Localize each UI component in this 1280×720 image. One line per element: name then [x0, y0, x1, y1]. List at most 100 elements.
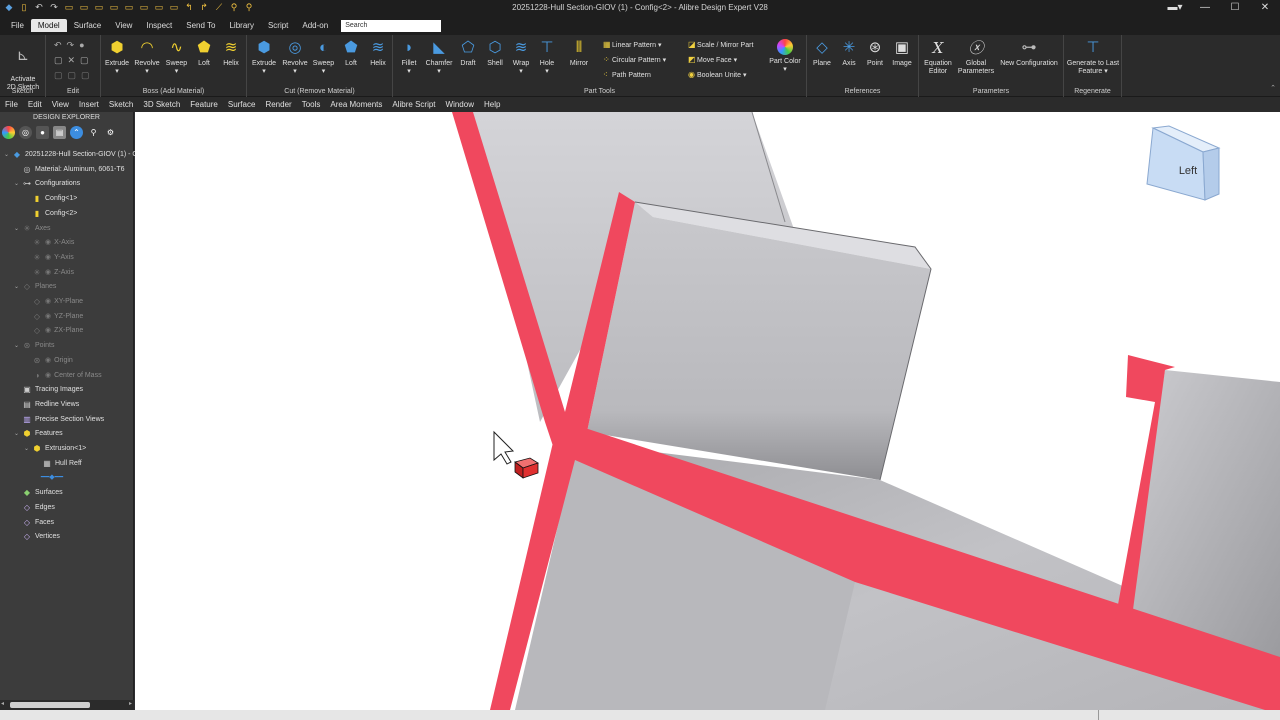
visibility-eye-icon[interactable]: ◉	[45, 310, 51, 324]
menu-3d-sketch[interactable]: 3D Sketch	[138, 100, 185, 109]
tree-item[interactable]: ◇ ◉ YZ-Plane	[24, 310, 83, 324]
visibility-eye-icon[interactable]: ◉	[45, 324, 51, 338]
settings-icon[interactable]: ⚙	[104, 126, 117, 139]
edit-copy-delete[interactable]: ▢✕▢	[54, 55, 94, 66]
visibility-eye-icon[interactable]: ◉	[45, 295, 51, 309]
view-cube[interactable]: Left	[1146, 125, 1221, 201]
plane-button[interactable]: ◇ Plane	[810, 39, 834, 68]
boss-extrude-button[interactable]: ⬢ Extrude ▾	[103, 39, 131, 76]
edit-paste[interactable]: ▢▢▢	[54, 70, 95, 81]
point-button[interactable]: ⊛ Point	[863, 39, 887, 68]
scroll-left-icon[interactable]: ◂	[1, 700, 4, 707]
move-face-button[interactable]: ◩Move Face ▾	[688, 55, 737, 64]
path-pattern-button[interactable]: ⁖ Path Pattern	[603, 70, 651, 79]
generate-to-last-feature-button[interactable]: ⊤ Generate to Last Feature ▾	[1066, 39, 1120, 76]
mirror-button[interactable]: ⫴ Mirror	[565, 39, 593, 68]
scrollbar-thumb[interactable]	[10, 702, 90, 708]
menu-insert[interactable]: Insert	[74, 100, 104, 109]
tree-item[interactable]: ◇ ◉ ZX-Plane	[24, 324, 83, 338]
tree-view-icon[interactable]: ▤	[53, 125, 66, 139]
expand-chevron-icon[interactable]: ⌄	[14, 177, 22, 191]
search-icon[interactable]: ⚲	[87, 126, 100, 139]
visibility-eye-icon[interactable]: ◉	[45, 354, 51, 368]
menu-sketch[interactable]: Sketch	[104, 100, 138, 109]
boss-loft-button[interactable]: ⬟ Loft	[192, 39, 216, 68]
new-configuration-button[interactable]: ⊶ New Configuration	[997, 39, 1061, 68]
tab-send-to[interactable]: Send To	[179, 19, 222, 32]
tree-item[interactable]: ▥ Precise Section Views	[14, 413, 104, 427]
tree-item[interactable]: ⌄ ◇ Planes	[14, 280, 56, 294]
cut-helix-button[interactable]: ≋ Helix	[365, 39, 391, 68]
expand-chevron-icon[interactable]: ⌄	[4, 148, 12, 162]
menu-surface[interactable]: Surface	[223, 100, 261, 109]
expand-chevron-icon[interactable]: ⌄	[14, 222, 22, 236]
menu-alibre-script[interactable]: Alibre Script	[387, 100, 440, 109]
axis-button[interactable]: ✳ Axis	[837, 39, 861, 68]
circular-pattern-button[interactable]: ⁘ Circular Pattern ▾	[603, 55, 666, 64]
tab-file[interactable]: File	[4, 19, 31, 32]
cut-loft-button[interactable]: ⬟ Loft	[339, 39, 363, 68]
tree-item[interactable]: ⌄ ⬢ Extrusion<1>	[24, 442, 86, 456]
tree-item[interactable]: ⌄ ✳ Axes	[14, 222, 51, 236]
shell-button[interactable]: ⬡ Shell	[482, 39, 508, 68]
hole-button[interactable]: ⊤ Hole ▾	[535, 39, 559, 76]
maximize-button[interactable]: ☐	[1220, 0, 1250, 16]
tree-item[interactable]: ⌄ ⊶ Configurations	[14, 177, 80, 191]
tree-item[interactable]: ⊛ ◉ Origin	[24, 354, 73, 368]
cut-extrude-button[interactable]: ⬢ Extrude ▾	[249, 39, 279, 76]
scroll-right-icon[interactable]: ▸	[129, 700, 132, 707]
tree-item[interactable]: ✳ ◉ Z-Axis	[24, 266, 74, 280]
edit-undo-redo[interactable]: ↶↷●	[54, 40, 90, 51]
expand-chevron-icon[interactable]: ⌄	[14, 427, 22, 441]
expand-chevron-icon[interactable]: ⌄	[14, 280, 22, 294]
menu-view[interactable]: View	[47, 100, 74, 109]
cut-sweep-button[interactable]: ◐ Sweep ▾	[310, 39, 337, 76]
wrap-button[interactable]: ≋ Wrap ▾	[508, 39, 534, 76]
tree-item[interactable]: ◇ ◉ XY-Plane	[24, 295, 83, 309]
activate-2d-sketch-button[interactable]: ⊾ Activate 2D Sketch	[3, 39, 43, 92]
collapse-all-icon[interactable]: ⌃	[70, 125, 83, 139]
tab-surface[interactable]: Surface	[67, 19, 109, 32]
tree-item[interactable]: ◆ Surfaces	[14, 486, 63, 500]
visibility-eye-icon[interactable]: ◉	[45, 369, 51, 383]
chamfer-button[interactable]: ◣ Chamfer ▾	[424, 39, 454, 76]
cut-revolve-button[interactable]: ◎ Revolve ▾	[280, 39, 310, 76]
tree-item[interactable]: ◇ Vertices	[14, 530, 60, 544]
tree-item[interactable]: ▤ Redline Views	[14, 398, 79, 412]
draft-button[interactable]: ⬠ Draft	[455, 39, 481, 68]
explorer-horizontal-scrollbar[interactable]: ◂ ▸	[0, 700, 134, 710]
tree-item[interactable]: ◎ Material: Aluminum, 6061-T6	[14, 163, 125, 177]
model-view[interactable]: Left	[135, 112, 1280, 710]
expand-chevron-icon[interactable]: ⌄	[24, 442, 32, 456]
tree-item[interactable]: ▮ Config<2>	[24, 207, 78, 221]
menu-render[interactable]: Render	[260, 100, 296, 109]
tree-item[interactable]: ◑ ◉ Center of Mass	[24, 369, 102, 383]
tree-item[interactable]: ▦ Hull Reff	[34, 457, 82, 471]
menu-file[interactable]: File	[0, 100, 23, 109]
collapse-ribbon-icon[interactable]: ⌃	[1270, 84, 1276, 92]
close-button[interactable]: ✕	[1250, 0, 1280, 16]
scale-mirror-part-button[interactable]: ◪Scale / Mirror Part	[688, 40, 753, 49]
tree-item[interactable]: ▣ Tracing Images	[14, 383, 83, 397]
menu-area-moments[interactable]: Area Moments	[325, 100, 387, 109]
visibility-eye-icon[interactable]: ◉	[45, 266, 51, 280]
tree-item[interactable]: ✳ ◉ X-Axis	[24, 236, 75, 250]
menu-feature[interactable]: Feature	[185, 100, 223, 109]
minimize-button[interactable]: —	[1190, 0, 1220, 16]
tab-script[interactable]: Script	[261, 19, 295, 32]
tab-view[interactable]: View	[108, 19, 139, 32]
color-wheel-icon[interactable]	[2, 125, 15, 139]
3d-viewport[interactable]: Left	[135, 112, 1280, 710]
tree-item[interactable]: ▮ Config<1>	[24, 192, 78, 206]
menu-tools[interactable]: Tools	[297, 100, 326, 109]
global-parameters-button[interactable]: ⓧ Global Parameters	[957, 39, 995, 76]
menu-help[interactable]: Help	[479, 100, 505, 109]
tree-item[interactable]: ⌄ ⬢ Features	[14, 427, 63, 441]
linear-pattern-button[interactable]: ▦Linear Pattern ▾	[603, 40, 661, 49]
image-button[interactable]: ▣ Image	[889, 39, 915, 68]
menu-edit[interactable]: Edit	[23, 100, 47, 109]
tab-add-on[interactable]: Add-on	[295, 19, 335, 32]
visibility-eye-icon[interactable]: ◉	[45, 251, 51, 265]
menu-window[interactable]: Window	[441, 100, 479, 109]
visibility-eye-icon[interactable]: ◉	[45, 236, 51, 250]
